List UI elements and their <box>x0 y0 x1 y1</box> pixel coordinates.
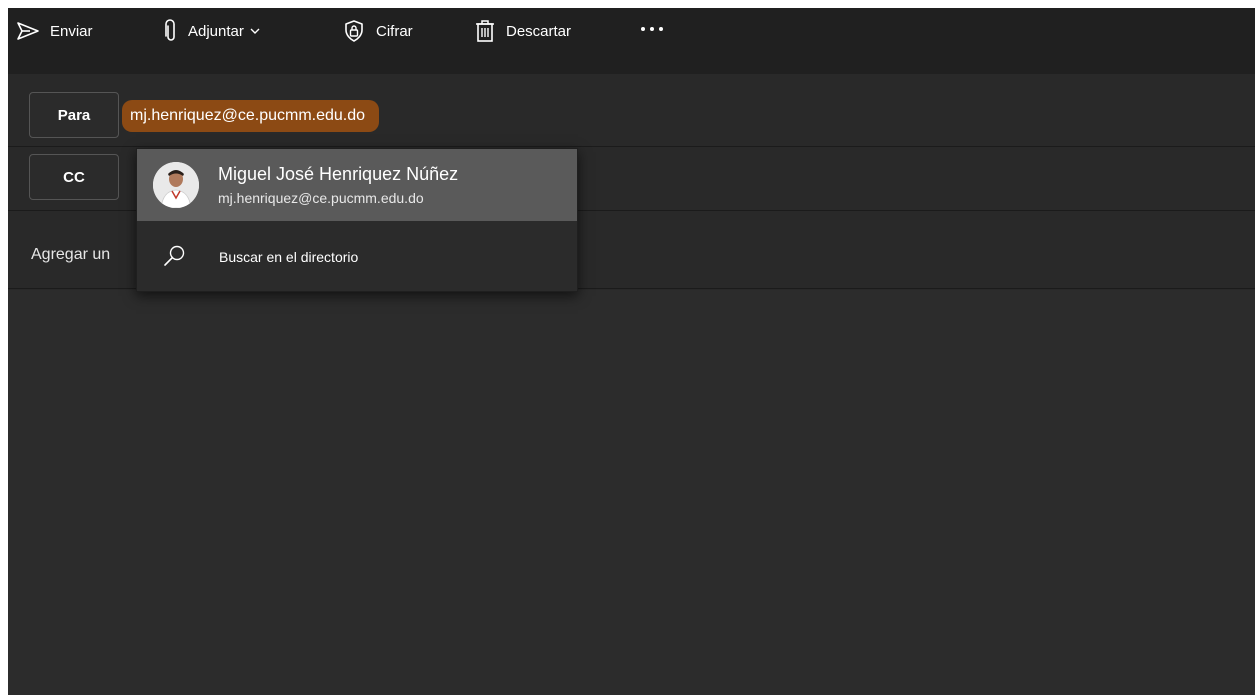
subject-input[interactable]: Agregar un <box>31 246 110 264</box>
recipient-chip[interactable]: mj.henriquez@ce.pucmm.edu.do <box>122 100 380 132</box>
shield-lock-icon <box>345 20 363 42</box>
compose-window: Enviar Adjuntar Cifrar Descartar Para mj… <box>8 8 1255 695</box>
toolbar: Enviar Adjuntar Cifrar Descartar <box>8 8 1255 74</box>
contact-name: Miguel José Henriquez Núñez <box>218 164 459 184</box>
person-photo-icon <box>153 162 199 208</box>
search-icon <box>164 245 185 266</box>
contact-email: mj.henriquez@ce.pucmm.edu.do <box>218 190 424 206</box>
send-label: Enviar <box>50 22 93 40</box>
send-button[interactable]: Enviar <box>16 16 93 46</box>
message-body[interactable] <box>8 290 1255 695</box>
attach-button[interactable]: Adjuntar <box>164 16 260 46</box>
chevron-down-icon <box>250 28 260 34</box>
search-directory-label: Buscar en el directorio <box>219 249 359 265</box>
search-directory-item[interactable]: Buscar en el directorio <box>137 224 577 293</box>
encrypt-label: Cifrar <box>376 22 413 40</box>
suggestions-dropdown: Miguel José Henriquez Núñez mj.henriquez… <box>136 148 578 292</box>
avatar <box>153 162 199 208</box>
to-label: Para <box>57 106 91 124</box>
discard-label: Descartar <box>506 22 572 40</box>
more-options-button[interactable] <box>640 14 664 44</box>
trash-icon <box>476 20 494 42</box>
encrypt-button[interactable]: Cifrar <box>342 16 413 46</box>
to-button[interactable]: Para <box>29 92 119 138</box>
cc-button[interactable]: CC <box>29 154 119 200</box>
recipient-address: mj.henriquez@ce.pucmm.edu.do <box>130 107 366 124</box>
send-icon <box>17 22 39 40</box>
paperclip-icon <box>165 19 175 41</box>
cc-label: CC <box>63 168 85 186</box>
contact-suggestion[interactable]: Miguel José Henriquez Núñez mj.henriquez… <box>137 149 577 221</box>
attach-label: Adjuntar <box>188 22 244 40</box>
discard-button[interactable]: Descartar <box>474 16 571 46</box>
more-horizontal-icon <box>641 27 663 31</box>
divider <box>8 146 1255 147</box>
